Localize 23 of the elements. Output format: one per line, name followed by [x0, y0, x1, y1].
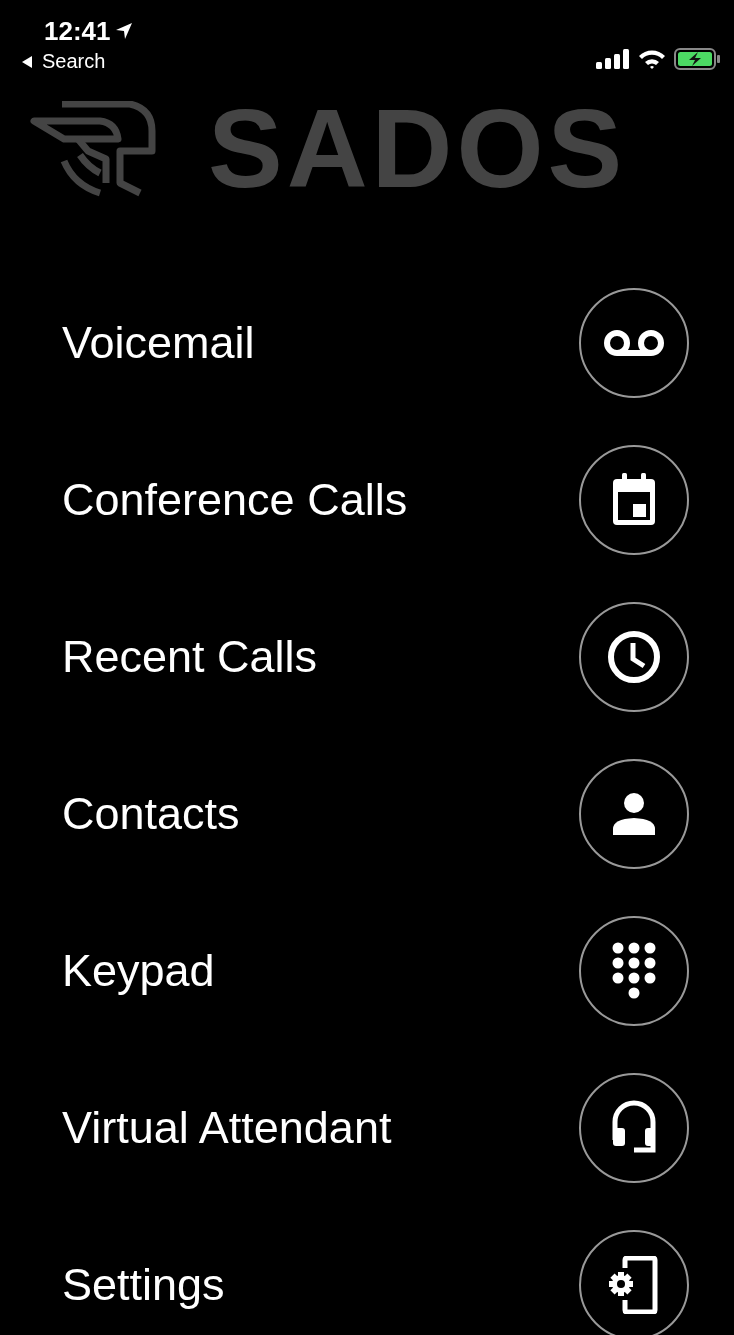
person-icon [613, 792, 655, 835]
wifi-icon [638, 49, 666, 69]
menu-item[interactable]: Keypad [0, 892, 734, 1049]
headset-icon [610, 1099, 658, 1156]
helmet-logo-icon [30, 101, 158, 197]
menu-item[interactable]: Contacts [0, 735, 734, 892]
menu-item[interactable]: Conference Calls [0, 421, 734, 578]
location-arrow-icon [114, 22, 133, 40]
settings-icon [609, 1255, 659, 1314]
clock-icon [607, 629, 661, 684]
menu-item[interactable]: Recent Calls [0, 578, 734, 735]
battery-icon [674, 48, 720, 70]
menu-item[interactable]: Settings [0, 1206, 734, 1335]
brand-name: SADOS [208, 93, 627, 205]
keypad-icon [612, 941, 656, 1000]
signal-icon [596, 49, 630, 69]
status-time: 12:41 [44, 15, 111, 48]
voicemail-icon [603, 328, 665, 357]
back-link[interactable]: Search [20, 50, 133, 73]
menu-item[interactable]: Voicemail [0, 264, 734, 421]
back-triangle-icon [20, 54, 34, 69]
calendar-icon [610, 472, 658, 527]
menu-item[interactable]: Virtual Attendant [0, 1049, 734, 1206]
